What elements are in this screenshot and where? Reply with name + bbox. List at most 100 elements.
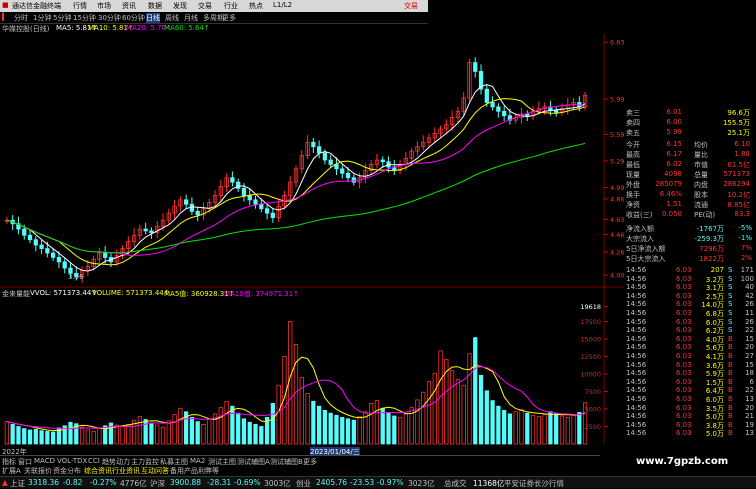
candle	[218, 179, 223, 202]
quote-cell: 5.0万	[705, 430, 724, 439]
volume-bar	[4, 421, 10, 445]
candle-body	[195, 210, 200, 216]
tab-timeframe[interactable]: 多周期	[203, 13, 224, 23]
quote-cell: 6.46%	[659, 190, 682, 198]
tab-timeframe[interactable]: 60分钟	[122, 13, 145, 23]
quote-cell: 6.02	[666, 160, 682, 168]
tab-indicator[interactable]: MACD	[34, 457, 55, 465]
quote-cell: 20	[745, 343, 754, 352]
price-tick-label: 4.00	[610, 272, 624, 280]
volume-bar	[218, 407, 223, 445]
candle	[97, 247, 102, 263]
tab-extension[interactable]: 互动问答	[141, 466, 169, 476]
tab-timeframe[interactable]: 30分钟	[98, 13, 121, 23]
tab-extension[interactable]: 资金分布	[53, 466, 81, 476]
quote-cell: -1%	[738, 234, 752, 242]
quote-cell: 14:56	[626, 352, 647, 360]
menu-item[interactable]: 行情	[73, 1, 87, 11]
quote-cell: 4098	[664, 170, 682, 178]
quote-cell: 14:56	[626, 420, 647, 429]
quote-cell: 26	[745, 300, 754, 309]
candle-body	[103, 252, 108, 258]
tab-timeframe[interactable]: 5分钟	[53, 13, 71, 23]
volume-bar	[137, 416, 143, 445]
index-change: -23.53	[350, 478, 375, 487]
candle-body	[27, 234, 33, 241]
candle	[178, 196, 183, 212]
volume-tick-label: 17500	[580, 318, 601, 326]
tab-timeframe[interactable]: 15分钟	[73, 13, 96, 23]
index-label[interactable]: 创业	[296, 478, 311, 489]
quote-cell: 7%	[740, 244, 752, 252]
tab-extension[interactable]: 关联报价	[24, 466, 52, 476]
candle	[415, 141, 420, 156]
candle-body	[484, 88, 489, 103]
quote-cell: 15	[745, 360, 754, 369]
quote-cell: 22	[745, 326, 754, 335]
quote-cell: 61.5亿	[727, 161, 750, 169]
tab-extension[interactable]: 备用产品利弊等	[170, 466, 219, 476]
vvol-value: VVOL: 571373.44↑	[30, 289, 98, 297]
volume-bar	[166, 420, 171, 445]
flow-row: 5日净流入额 7296万 7%	[624, 244, 756, 254]
candle	[33, 236, 38, 252]
tab-timeframe[interactable]: 1分钟	[33, 13, 51, 23]
candle	[554, 106, 559, 117]
tab-extension[interactable]: 综合资讯	[84, 466, 112, 476]
tab-extension[interactable]: 行业资讯	[112, 466, 140, 476]
quote-cell: 6.03	[676, 360, 692, 369]
quote-cell: -1767万	[696, 225, 724, 233]
menu-item[interactable]: L1/L2	[273, 1, 292, 9]
quote-cell: 21	[745, 412, 754, 421]
candle	[293, 165, 299, 188]
candle-body	[473, 62, 478, 72]
candle	[525, 110, 530, 122]
tab-indicator[interactable]: MA2	[190, 457, 205, 465]
menu-item[interactable]: 热点	[249, 1, 263, 11]
tab-indicator[interactable]: CCI	[88, 457, 100, 465]
total-label: 总成交	[444, 479, 467, 488]
quote-cell: 6.03	[676, 403, 692, 412]
quote-cell: 6.10	[734, 140, 750, 148]
menu-item[interactable]: 数据	[148, 1, 162, 11]
tab-timeframe[interactable]: 更多	[222, 13, 236, 23]
candle	[184, 194, 189, 209]
kline-chart[interactable]: 6.63 5.99 5.59 5.29 4.99 4.86 4.63 4.46 4.26 4.00…	[0, 34, 624, 454]
menu-item[interactable]: 发现	[173, 1, 187, 11]
tab-timeframe[interactable]: 周线	[165, 13, 179, 23]
index-label[interactable]: 沪深	[150, 478, 165, 489]
candle-body	[247, 195, 252, 201]
volume-bar	[247, 421, 252, 445]
tab-indicator[interactable]: VOL-TDX	[57, 457, 87, 465]
quote-cell: 外盘	[626, 181, 640, 189]
low-price-label: 3.96	[68, 273, 84, 281]
stock-title: 华媒控股(日线)	[2, 25, 50, 33]
volume-bar	[172, 414, 177, 445]
volume-bar	[467, 353, 472, 445]
tab-timeframe-selected[interactable]: 日线	[146, 13, 160, 23]
tab-timeframe[interactable]: 分时	[14, 13, 28, 23]
menu-item[interactable]: 交易	[198, 1, 212, 11]
volume-bar	[155, 424, 160, 445]
volume-bar	[478, 374, 484, 445]
quote-cell: 6.17	[666, 150, 682, 158]
quote-cell: S	[728, 274, 733, 283]
quote-cell: 6.03	[676, 395, 692, 403]
quote-cell: S	[728, 300, 733, 309]
tab-timeframe[interactable]: 月线	[184, 13, 198, 23]
quote-cell: 5.99	[666, 128, 682, 136]
candle-body	[345, 172, 351, 179]
trade-button[interactable]: 交易	[404, 1, 418, 11]
tab-extension[interactable]: 扩展A	[2, 466, 21, 476]
menu-item[interactable]: 资讯	[122, 1, 136, 11]
quote-cell: 26	[745, 317, 754, 326]
quote-cell: 6.03	[676, 377, 692, 386]
volume-bar	[224, 400, 229, 445]
index-label[interactable]: 上证	[10, 478, 25, 489]
menu-item[interactable]: 行业	[224, 1, 238, 11]
menu-item[interactable]: 市场	[97, 1, 111, 11]
volume-bar	[126, 423, 131, 445]
stat-row: 今开 6.15 均价 6.10	[624, 140, 756, 150]
volume-bar	[79, 426, 85, 445]
candle-body	[496, 106, 501, 112]
